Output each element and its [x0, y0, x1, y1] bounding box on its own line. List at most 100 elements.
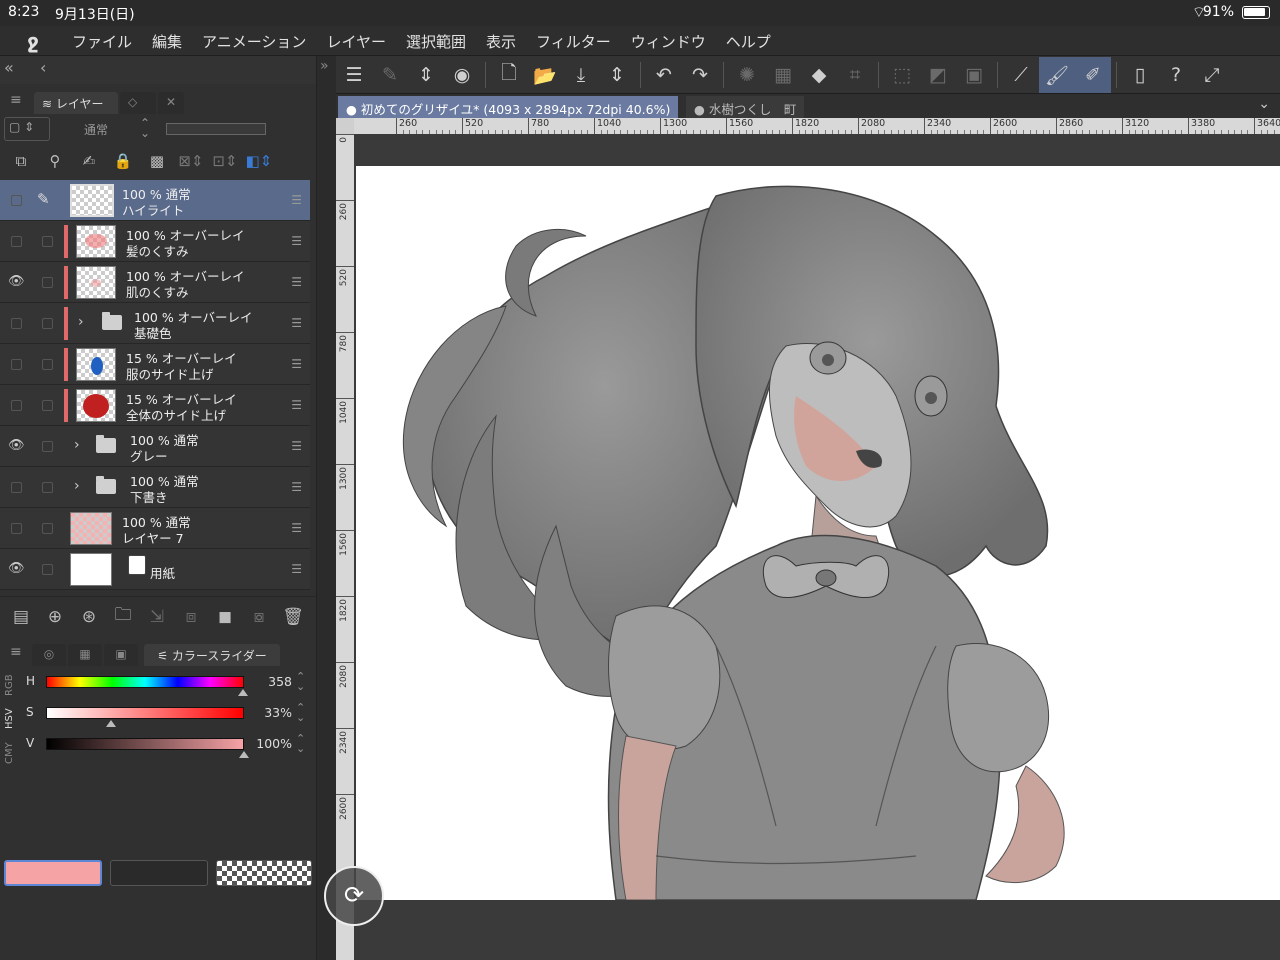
border-icon[interactable]: ▣	[956, 57, 992, 93]
layer-property-icon[interactable]: ▤	[6, 607, 36, 627]
tab-layer-property[interactable]: ◇	[120, 92, 156, 114]
saturation-knob[interactable]	[106, 720, 117, 727]
collapse-left-icon[interactable]: «	[4, 58, 14, 77]
lock-toggle[interactable]	[42, 523, 53, 534]
eye-icon[interactable]: 👁	[8, 561, 25, 577]
help-icon[interactable]: ?	[1158, 57, 1194, 93]
deselect-icon[interactable]: ⬚	[884, 57, 920, 93]
mode-hsv[interactable]: HSV	[4, 702, 15, 736]
fill-icon[interactable]: ◆	[801, 57, 837, 93]
merge-down-icon[interactable]: ⧈	[176, 607, 206, 627]
lock-toggle[interactable]	[42, 564, 53, 575]
lock-toggle[interactable]	[42, 277, 53, 288]
layer-menu-icon[interactable]: ☰	[291, 193, 302, 207]
menu-selection[interactable]: 選択範囲	[396, 31, 476, 52]
chevron-right-icon[interactable]: ›	[78, 314, 84, 330]
layer-menu-icon[interactable]: ☰	[291, 398, 302, 412]
hue-stepper-icon[interactable]: ⌃ ⌄	[296, 671, 305, 692]
visibility-toggle[interactable]	[11, 195, 22, 206]
layer-menu-icon[interactable]: ☰	[291, 562, 302, 576]
panel-menu-icon[interactable]: ≡	[10, 92, 22, 108]
layer-type-select[interactable]: ▢ ⇕	[4, 117, 50, 141]
layer-menu-icon[interactable]: ☰	[291, 316, 302, 330]
lock-toggle[interactable]	[42, 441, 53, 452]
panel-divider[interactable]: »	[316, 56, 336, 960]
clip-icon[interactable]: ⧉	[6, 152, 36, 170]
layer-row-layer7[interactable]: 100 % 通常 レイヤー 7 ☰	[0, 508, 310, 549]
tab-color-slider[interactable]: ⚟ カラースライダー	[144, 644, 280, 666]
pen-active-icon[interactable]: ✐	[1075, 57, 1111, 93]
visibility-toggle[interactable]	[11, 359, 22, 370]
layer-menu-icon[interactable]: ☰	[291, 439, 302, 453]
new-vector-layer-icon[interactable]: ⊛	[74, 607, 104, 627]
visibility-toggle[interactable]	[11, 236, 22, 247]
lock-transparency-icon[interactable]: ▩	[142, 152, 172, 170]
eye-icon[interactable]: 👁	[8, 274, 25, 290]
loading-icon[interactable]: ✺	[729, 57, 765, 93]
mode-rgb[interactable]: RGB	[4, 668, 15, 702]
visibility-toggle[interactable]	[11, 400, 22, 411]
new-file-icon[interactable]: 🗋	[491, 57, 527, 93]
undo-icon[interactable]: ↶	[646, 57, 682, 93]
layer-row-paper[interactable]: 👁 用紙 ☰	[0, 549, 310, 590]
value-knob[interactable]	[239, 751, 249, 758]
collapse-right-icon[interactable]: »	[320, 58, 329, 74]
tab-color-set[interactable]: ▦	[68, 644, 102, 666]
reference-icon[interactable]: ⚲	[40, 152, 70, 170]
menu-view[interactable]: 表示	[476, 31, 526, 52]
layer-row-draft[interactable]: › 100 % 通常 下書き ☰	[0, 467, 310, 508]
ruler-icon[interactable]: ⟋	[1003, 57, 1039, 93]
rotate-canvas-button[interactable]: ⟳	[324, 866, 384, 926]
close-tab-icon[interactable]: ✕	[158, 92, 184, 114]
saturation-value[interactable]: 33%	[248, 705, 292, 720]
menu-layer[interactable]: レイヤー	[316, 31, 396, 52]
open-folder-icon[interactable]: 📂	[527, 57, 563, 93]
mask-icon[interactable]: ⊠⇕	[176, 152, 206, 170]
eye-icon[interactable]: 👁	[8, 438, 25, 454]
layer-row-gray[interactable]: 👁 › 100 % 通常 グレー ☰	[0, 426, 310, 467]
lock-toggle[interactable]	[42, 400, 53, 411]
visibility-toggle[interactable]	[11, 523, 22, 534]
lock-toggle[interactable]	[42, 359, 53, 370]
menu-filter[interactable]: フィルター	[526, 31, 621, 52]
value-value[interactable]: 100%	[248, 736, 292, 751]
save-icon[interactable]: ⤓	[563, 57, 599, 93]
main-menu-icon[interactable]: ☰	[336, 57, 372, 93]
panel-menu-icon[interactable]: ≡	[10, 644, 22, 660]
create-mask-icon[interactable]: ◼	[210, 607, 240, 627]
layer-menu-icon[interactable]: ☰	[291, 357, 302, 371]
sub-color-swatch[interactable]	[110, 860, 208, 886]
hue-bar[interactable]	[46, 676, 244, 688]
chevron-right-icon[interactable]: ›	[74, 478, 80, 494]
lock-toggle[interactable]	[42, 236, 53, 247]
layer-row-skin-dull[interactable]: 👁 100 % オーバーレイ 肌のくすみ ☰	[0, 262, 310, 303]
app-logo-icon[interactable]: ջ	[20, 29, 46, 53]
canvas-area[interactable]: ● 初めてのグリザイユ* (4093 x 2894px 72dpi 40.6%)…	[336, 94, 1280, 960]
chevron-right-icon[interactable]: ›	[74, 437, 80, 453]
layer-row-base-color[interactable]: › 100 % オーバーレイ 基礎色 ☰	[0, 303, 310, 344]
draft-icon[interactable]: ✍	[74, 152, 104, 170]
hue-slider[interactable]: H 358 ⌃ ⌄	[26, 668, 316, 698]
drawing-canvas[interactable]	[356, 166, 1280, 900]
value-bar[interactable]	[46, 738, 244, 750]
lock-toggle[interactable]	[42, 318, 53, 329]
saturation-slider[interactable]: S 33% ⌃ ⌄	[26, 699, 316, 729]
chevron-down-icon[interactable]: ⌄	[1258, 96, 1270, 112]
menu-animation[interactable]: アニメーション	[192, 31, 316, 52]
opacity-slider[interactable]	[166, 123, 266, 135]
edit-icon[interactable]: ✎	[372, 57, 408, 93]
hue-value[interactable]: 358	[248, 674, 292, 689]
layer-row-highlight[interactable]: ✎ 100 % 通常 ハイライト ☰	[0, 180, 310, 221]
layer-row-hair-dull[interactable]: 100 % オーバーレイ 髪のくすみ ☰	[0, 221, 310, 262]
document-tab-inactive[interactable]: ● 水樹つくし 町	[686, 96, 805, 118]
mode-cmy[interactable]: CMY	[4, 736, 15, 770]
lock-toggle[interactable]	[42, 482, 53, 493]
menu-file[interactable]: ファイル	[62, 31, 142, 52]
select-transform-icon[interactable]: ▦	[765, 57, 801, 93]
saturation-bar[interactable]	[46, 707, 244, 719]
lock-icon[interactable]: 🔒	[108, 152, 138, 170]
blend-updown-icon[interactable]: ⌃ ⌄	[140, 117, 150, 139]
fullscreen-icon[interactable]: ⤢	[1194, 57, 1230, 93]
tab-intermediate[interactable]: ▣	[104, 644, 138, 666]
crop-icon[interactable]: ⌗	[837, 57, 873, 93]
